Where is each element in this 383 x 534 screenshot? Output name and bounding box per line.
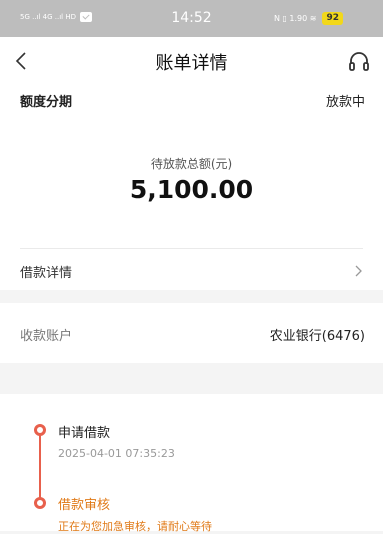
status-label: 放款中 (325, 95, 365, 110)
timeline-line (39, 428, 41, 500)
progress-timeline: 申请借款 2025-04-01 07:35:23 借款审核 正在为您加急审核，请… (0, 394, 383, 533)
loan-type-label: 额度分期 (20, 95, 73, 110)
amount-value: 5,100.00 (129, 175, 254, 204)
system-indicator-text: N ▯ 1.90 ≋ (273, 14, 317, 23)
timeline-dot (34, 497, 46, 509)
step-title: 借款审核 (58, 498, 111, 513)
customer-service-button[interactable] (347, 49, 371, 73)
bill-summary-card: 额度分期 放款中 待放款总额(元) 5,100.00 借款详情 (0, 85, 383, 290)
page-title: 账单详情 (155, 53, 228, 74)
step-description: 正在为您加急审核，请耐心等待 (58, 520, 212, 533)
amount-label: 待放款总额(元) (150, 157, 233, 171)
navigation-bar: 账单详情 (0, 37, 383, 85)
status-bar: 5G ..ıl 4G ..ıl HD 14:52 N ▯ 1.90 ≋ 92 (0, 0, 383, 37)
account-value: 农业银行(6476) (269, 329, 365, 344)
step-time: 2025-04-01 07:35:23 (58, 447, 175, 460)
chevron-right-icon[interactable] (353, 264, 363, 278)
account-label: 收款账户 (20, 329, 73, 344)
divider (20, 248, 363, 249)
headset-icon (349, 52, 369, 71)
loan-detail-link[interactable]: 借款详情 (20, 262, 72, 281)
receiving-account-row: 收款账户 农业银行(6476) (0, 303, 383, 363)
step-title: 申请借款 (58, 426, 111, 441)
system-indicators: N ▯ 1.90 ≋ 92 (274, 12, 343, 25)
battery-icon: 92 (322, 12, 343, 25)
timeline-dot (34, 424, 46, 436)
